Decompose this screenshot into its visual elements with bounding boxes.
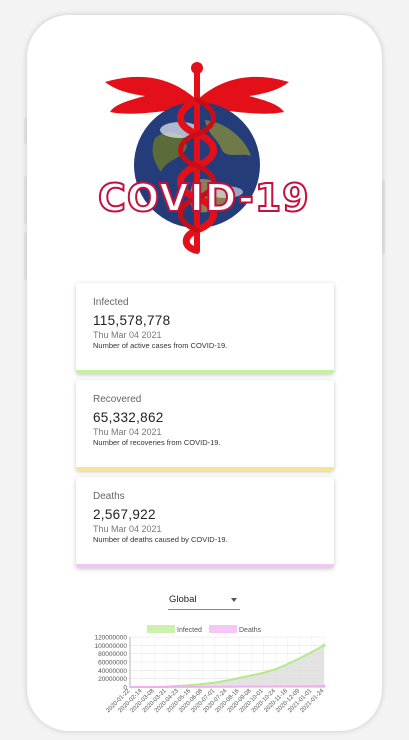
- card-value: 2,567,922: [93, 507, 156, 522]
- card-description: Number of recoveries from COVID-19.: [93, 438, 221, 447]
- card-date: Thu Mar 04 2021: [93, 427, 162, 437]
- card-accent-bar: [76, 564, 334, 568]
- card-date: Thu Mar 04 2021: [93, 330, 162, 340]
- deaths-card: Deaths 2,567,922 Thu Mar 04 2021 Number …: [76, 477, 334, 568]
- region-select[interactable]: Global: [168, 591, 240, 610]
- card-description: Number of deaths caused by COVID-19.: [93, 535, 228, 544]
- covid-logo: [105, 62, 289, 254]
- card-date: Thu Mar 04 2021: [93, 524, 162, 534]
- logo-text: COVID-19: [97, 175, 310, 221]
- card-title: Deaths: [93, 491, 125, 502]
- recovered-card: Recovered 65,332,862 Thu Mar 04 2021 Num…: [76, 380, 334, 471]
- caduceus-icon: [177, 62, 217, 254]
- dropdown-arrow-icon: [231, 598, 237, 602]
- card-value: 65,332,862: [93, 410, 164, 425]
- card-title: Recovered: [93, 394, 142, 405]
- card-description: Number of active cases from COVID-19.: [93, 341, 228, 350]
- card-accent-bar: [76, 467, 334, 471]
- card-title: Infected: [93, 297, 129, 308]
- infected-card: Infected 115,578,778 Thu Mar 04 2021 Num…: [76, 283, 334, 374]
- card-value: 115,578,778: [93, 313, 171, 328]
- region-select-value: Global: [169, 594, 197, 605]
- card-accent-bar: [76, 370, 334, 374]
